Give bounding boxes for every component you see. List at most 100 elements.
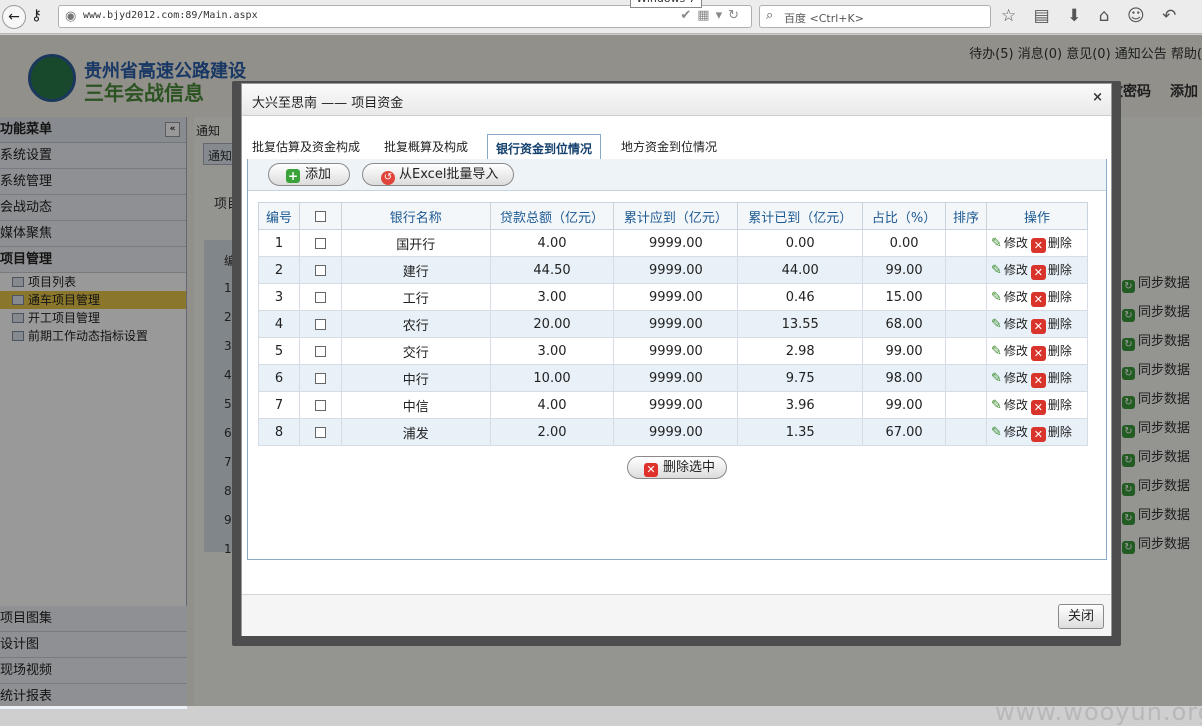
edit-link[interactable]: 修改 [1004,371,1028,385]
delete-link[interactable]: 删除 [1048,344,1072,358]
search-input[interactable]: ⌕ 百度 <Ctrl+K> [759,5,991,28]
delete-link[interactable]: 删除 [1048,290,1072,304]
panel-toolbar: + 添加 ↺ 从Excel批量导入 [248,159,1106,191]
row-checkbox[interactable] [314,291,326,303]
add-button-label: 添加 [305,167,332,182]
col-header-arrived[interactable]: 累计已到（亿元） [737,202,864,230]
delete-selected-button[interactable]: ✕ 删除选中 [627,456,727,479]
table-row[interactable]: 4 农行 20.00 9999.00 13.55 68.00 ✎ 修改 ✕ 删除 [258,310,1089,338]
excel-import-button[interactable]: ↺ 从Excel批量导入 [362,163,514,186]
row-checkbox[interactable] [314,264,326,276]
delete-row-icon[interactable]: ✕ [1030,426,1046,442]
pencil-icon[interactable]: ✎ [991,371,1002,386]
cell-bank: 中信 [340,391,491,419]
col-header-due[interactable]: 累计应到（亿元） [613,202,739,230]
col-header-actions: 操作 [985,202,1089,230]
cell-actions: ✎ 修改 ✕ 删除 [985,256,1089,284]
delete-row-icon[interactable]: ✕ [1030,264,1046,280]
row-checkbox[interactable] [314,237,326,249]
cell-ratio: 99.00 [862,256,947,284]
cell-total: 4.00 [489,229,615,257]
row-checkbox[interactable] [314,399,326,411]
cell-total: 2.00 [489,418,615,446]
cell-select[interactable] [298,256,342,284]
cell-select[interactable] [298,283,342,311]
bank-funds-table: 编号 银行名称 贷款总额（亿元） 累计应到（亿元） 累计已到（亿元） 占比（%）… [258,202,1089,446]
pencil-icon[interactable]: ✎ [991,263,1002,278]
table-row[interactable]: 1 国开行 4.00 9999.00 0.00 0.00 ✎ 修改 ✕ 删除 [258,229,1089,257]
cell-bank: 浦发 [340,418,491,446]
table-row[interactable]: 6 中行 10.00 9999.00 9.75 98.00 ✎ 修改 ✕ 删除 [258,364,1089,392]
cell-select[interactable] [298,229,342,257]
edit-link[interactable]: 修改 [1004,236,1028,250]
edit-link[interactable]: 修改 [1004,425,1028,439]
table-row[interactable]: 5 交行 3.00 9999.00 2.98 99.00 ✎ 修改 ✕ 删除 [258,337,1089,365]
tab-local-funds[interactable]: 地方资金到位情况 [621,138,717,155]
url-bar[interactable]: ◉ www.bjyd2012.com:89/Main.aspx ✔▦▾↻ [58,5,752,28]
url-action-icons[interactable]: ✔▦▾↻ [680,8,745,23]
key-icon[interactable]: ⚷ [31,6,42,24]
browser-tool-icons[interactable]: ☆ ▤ ⬇ ⌂ ☺ ↶ [1001,6,1176,26]
delete-link[interactable]: 删除 [1048,236,1072,250]
delete-link[interactable]: 删除 [1048,371,1072,385]
cell-select[interactable] [298,310,342,338]
table-row[interactable]: 3 工行 3.00 9999.00 0.46 15.00 ✎ 修改 ✕ 删除 [258,283,1089,311]
row-checkbox[interactable] [314,372,326,384]
col-header-sort[interactable]: 排序 [945,202,987,230]
tab-bank-funds[interactable]: 银行资金到位情况 [487,134,602,160]
edit-link[interactable]: 修改 [1004,290,1028,304]
col-header-bank[interactable]: 银行名称 [340,202,491,230]
pencil-icon[interactable]: ✎ [991,344,1002,359]
edit-link[interactable]: 修改 [1004,317,1028,331]
delete-link[interactable]: 删除 [1048,317,1072,331]
edit-link[interactable]: 修改 [1004,344,1028,358]
pencil-icon[interactable]: ✎ [991,317,1002,332]
pencil-icon[interactable]: ✎ [991,290,1002,305]
col-header-total[interactable]: 贷款总额（亿元） [489,202,615,230]
cell-select[interactable] [298,364,342,392]
edit-link[interactable]: 修改 [1004,263,1028,277]
pencil-icon[interactable]: ✎ [991,425,1002,440]
cell-total: 3.00 [489,283,615,311]
delete-row-icon[interactable]: ✕ [1030,237,1046,253]
col-header-select[interactable] [298,202,342,230]
col-header-no[interactable]: 编号 [258,202,300,230]
pencil-icon[interactable]: ✎ [991,398,1002,413]
pencil-icon[interactable]: ✎ [991,236,1002,251]
delete-row-icon[interactable]: ✕ [1030,372,1046,388]
row-checkbox[interactable] [314,345,326,357]
table-row[interactable]: 2 建行 44.50 9999.00 44.00 99.00 ✎ 修改 ✕ 删除 [258,256,1089,284]
row-checkbox[interactable] [314,318,326,330]
cell-actions: ✎ 修改 ✕ 删除 [985,418,1089,446]
cell-arrived: 1.35 [737,418,864,446]
table-row[interactable]: 7 中信 4.00 9999.00 3.96 99.00 ✎ 修改 ✕ 删除 [258,391,1089,419]
delete-link[interactable]: 删除 [1048,425,1072,439]
delete-row-icon[interactable]: ✕ [1030,291,1046,307]
bank-funds-panel: +添加 ↺从Excel批量导入 编号 银行名称 贷款总额（亿元） 累计应到（ [247,159,1107,560]
back-icon[interactable]: ← [2,5,26,29]
close-button[interactable]: 关闭 [1058,604,1104,629]
col-header-ratio[interactable]: 占比（%） [862,202,947,230]
tab-approved-estimate[interactable]: 批复估算及资金构成 [252,138,360,155]
cell-actions: ✎ 修改 ✕ 删除 [985,337,1089,365]
delete-selected-label: 删除选中 [663,460,716,475]
delete-link[interactable]: 删除 [1048,263,1072,277]
cell-select[interactable] [298,418,342,446]
delete-row-icon[interactable]: ✕ [1030,318,1046,334]
add-button[interactable]: + 添加 [268,163,350,186]
dialog-footer: 关闭 [242,594,1111,636]
edit-link[interactable]: 修改 [1004,398,1028,412]
delete-link[interactable]: 删除 [1048,398,1072,412]
table-row[interactable]: 8 浦发 2.00 9999.00 1.35 67.00 ✎ 修改 ✕ 删除 [258,418,1089,446]
close-icon[interactable]: × [1092,90,1103,105]
delete-row-icon[interactable]: ✕ [1030,345,1046,361]
cell-select[interactable] [298,391,342,419]
cell-due: 9999.00 [613,364,739,392]
select-all-checkbox[interactable] [314,210,326,222]
cell-select[interactable] [298,337,342,365]
cell-total: 10.00 [489,364,615,392]
tab-approved-budget[interactable]: 批复概算及构成 [384,138,468,155]
table-body: 1 国开行 4.00 9999.00 0.00 0.00 ✎ 修改 ✕ 删除 2 建行 44.50 999… [258,229,1089,446]
row-checkbox[interactable] [314,426,326,438]
delete-row-icon[interactable]: ✕ [1030,399,1046,415]
